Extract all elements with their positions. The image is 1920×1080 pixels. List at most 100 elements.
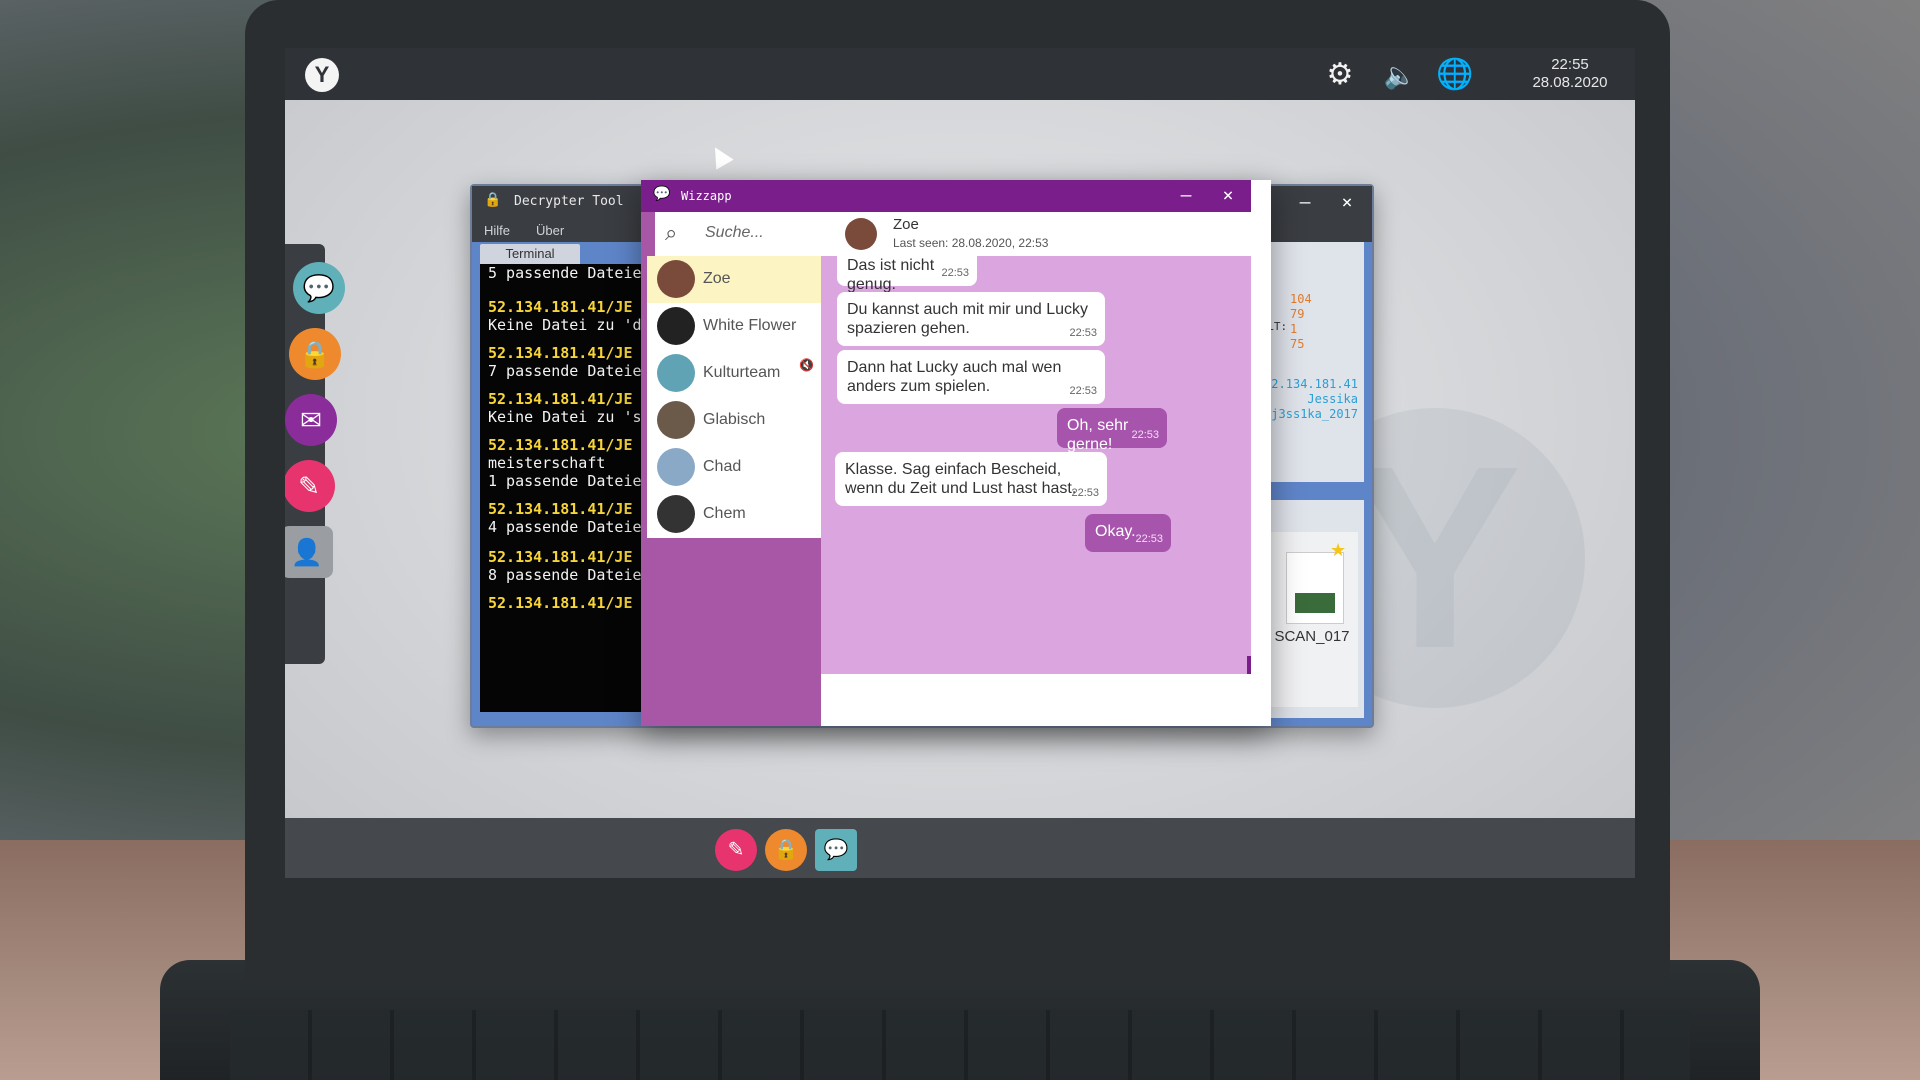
contact-item[interactable]: Chem — [647, 491, 821, 538]
incoming-message: Klasse. Sag einfach Bescheid, wenn du Ze… — [835, 452, 1107, 506]
decrypter-title: Decrypter Tool — [514, 194, 624, 209]
top-bar: Y ⚙ 🔈 🌐 22:55 28.08.2020 — [285, 48, 1635, 100]
chat-header: Zoe Last seen: 28.08.2020, 22:53 — [821, 212, 1251, 257]
last-seen: Last seen: 28.08.2020, 22:53 — [893, 236, 1049, 250]
contact-item[interactable]: White Flower — [647, 303, 821, 350]
message-text: Dann hat Lucky auch mal wen anders zum s… — [847, 359, 1062, 395]
contact-item[interactable]: Zoe — [647, 256, 821, 303]
outgoing-message: Oh, sehr gerne! 22:53 — [1057, 408, 1167, 453]
contacts-sidebar: ⌕ Suche... Zoe White Flower Kulturteam 🔇 Gla… — [641, 212, 821, 726]
file-card[interactable]: ★ SCAN_017 — [1266, 532, 1358, 707]
terminal-line: 52.134.181.41/JE — [488, 594, 633, 612]
lock-icon[interactable]: 🔒 — [765, 829, 807, 871]
speaker-icon[interactable]: 🔈 — [1380, 58, 1420, 92]
clock-date: 28.08.2020 — [1532, 74, 1608, 91]
chat-icon[interactable]: 💬 — [815, 829, 857, 871]
chat-scrollbar[interactable] — [1247, 656, 1251, 674]
menu-about[interactable]: Über — [536, 223, 564, 238]
terminal-line: 4 passende Dateie — [488, 518, 642, 536]
outgoing-message: Okay. 22:53 — [1085, 514, 1171, 552]
message-time: 22:53 — [1069, 327, 1097, 339]
contacts-icon[interactable]: 👤 — [285, 526, 333, 578]
contact-name: Zoe — [703, 270, 731, 287]
close-button[interactable]: × — [1334, 190, 1360, 216]
star-icon[interactable]: ★ — [1330, 540, 1346, 561]
avatar — [657, 495, 695, 533]
tab-terminal[interactable]: Terminal — [480, 244, 580, 264]
server-password: j3ss1ka_2017 — [1271, 407, 1358, 421]
terminal-line: Keine Datei zu 's — [488, 408, 642, 426]
contact-list: Zoe White Flower Kulturteam 🔇 Glabisch Chad Ch… — [647, 256, 821, 538]
chat-messages[interactable]: Das ist nicht genug. 22:53 Du kannst auch … — [821, 256, 1251, 674]
avatar — [657, 448, 695, 486]
avatar — [657, 307, 695, 345]
contact-name: Chem — [703, 505, 746, 522]
wizzapp-title: Wizzapp — [681, 189, 732, 203]
search-input[interactable]: Suche... — [705, 224, 764, 242]
desktop-screen: Y Y ⚙ 🔈 🌐 22:55 28.08.2020 💬 🔒 ✉ ✎ 👤 🔒 D… — [285, 48, 1635, 878]
message-time: 22:53 — [941, 267, 969, 279]
stat-value: 75 — [1290, 337, 1305, 351]
contact-item[interactable]: Glabisch — [647, 397, 821, 444]
server-info: 52.134.181.41 Jessika j3ss1ka_2017 — [1258, 377, 1358, 422]
panel-divider — [1260, 482, 1364, 500]
message-time: 22:53 — [1071, 487, 1099, 499]
contact-item[interactable]: Kulturteam 🔇 — [647, 350, 821, 397]
chat-icon[interactable]: 💬 — [293, 262, 345, 314]
message-time: 22:53 — [1131, 429, 1159, 441]
incoming-message: Dann hat Lucky auch mal wen anders zum s… — [837, 350, 1105, 404]
incoming-message: Du kannst auch mit mir und Lucky spazier… — [837, 292, 1105, 346]
clock-time: 22:55 — [1551, 56, 1589, 73]
avatar — [845, 218, 877, 250]
message-time: 22:53 — [1069, 385, 1097, 397]
chat-icon: 💬 — [653, 186, 671, 202]
lock-icon[interactable]: 🔒 — [289, 328, 341, 380]
globe-icon[interactable]: 🌐 — [1435, 58, 1475, 92]
message-text: Du kannst auch mit mir und Lucky spazier… — [847, 301, 1088, 337]
stat-value: 1 — [1290, 322, 1298, 336]
search-box[interactable]: ⌕ Suche... — [655, 212, 821, 256]
minimize-button[interactable]: – — [1292, 190, 1318, 216]
mail-icon[interactable]: ✉ — [285, 394, 337, 446]
close-button[interactable]: × — [1215, 183, 1241, 209]
file-thumbnail — [1286, 552, 1344, 624]
message-text: Klasse. Sag einfach Bescheid, wenn du Ze… — [845, 461, 1077, 497]
wizzapp-title-bar: 💬 Wizzapp – × — [641, 180, 1251, 212]
terminal-line: 52.134.181.41/JE — [488, 344, 633, 362]
avatar — [657, 260, 695, 298]
taskbar: ✎ 🔒 💬 — [285, 818, 1635, 878]
stats-values: 104 79 1 75 — [1290, 292, 1312, 352]
message-text: Okay. — [1095, 523, 1136, 540]
stat-value: 79 — [1290, 307, 1305, 321]
search-icon: ⌕ — [665, 220, 678, 245]
chat-contact-name: Zoe — [893, 216, 919, 233]
terminal-line: Keine Datei zu 'd — [488, 316, 642, 334]
message-text: Oh, sehr gerne! — [1067, 417, 1129, 453]
avatar — [657, 354, 695, 392]
menu-help[interactable]: Hilfe — [484, 223, 510, 238]
terminal-line: 1 passende Dateie — [488, 472, 642, 490]
clock: 22:55 28.08.2020 — [1525, 56, 1615, 92]
left-dock: 💬 🔒 ✉ ✎ 👤 — [285, 244, 345, 664]
laptop-keyboard — [230, 1010, 1690, 1080]
gear-icon[interactable]: ⚙ — [1320, 58, 1360, 92]
contact-name: Kulturteam — [703, 364, 781, 381]
contact-name: White Flower — [703, 317, 797, 334]
minimize-button[interactable]: – — [1173, 183, 1199, 209]
mouse-cursor — [706, 142, 734, 170]
contact-name: Chad — [703, 458, 742, 475]
notes-icon[interactable]: ✎ — [715, 829, 757, 871]
server-user: Jessika — [1307, 392, 1358, 406]
stat-value: 104 — [1290, 292, 1312, 306]
avatar — [657, 401, 695, 439]
wizzapp-window: 💬 Wizzapp – × ⌕ Suche... Zoe White Flower… — [641, 180, 1271, 726]
terminal-line: 52.134.181.41/JE — [488, 436, 633, 454]
file-name: SCAN_017 — [1274, 628, 1350, 645]
message-input[interactable] — [821, 674, 1271, 726]
contact-name: Glabisch — [703, 411, 766, 428]
notes-icon[interactable]: ✎ — [285, 460, 335, 512]
start-menu-button[interactable]: Y — [305, 58, 339, 92]
contact-item[interactable]: Chad — [647, 444, 821, 491]
terminal-line: meisterschaft — [488, 454, 606, 472]
terminal-line: 52.134.181.41/JE — [488, 390, 633, 408]
